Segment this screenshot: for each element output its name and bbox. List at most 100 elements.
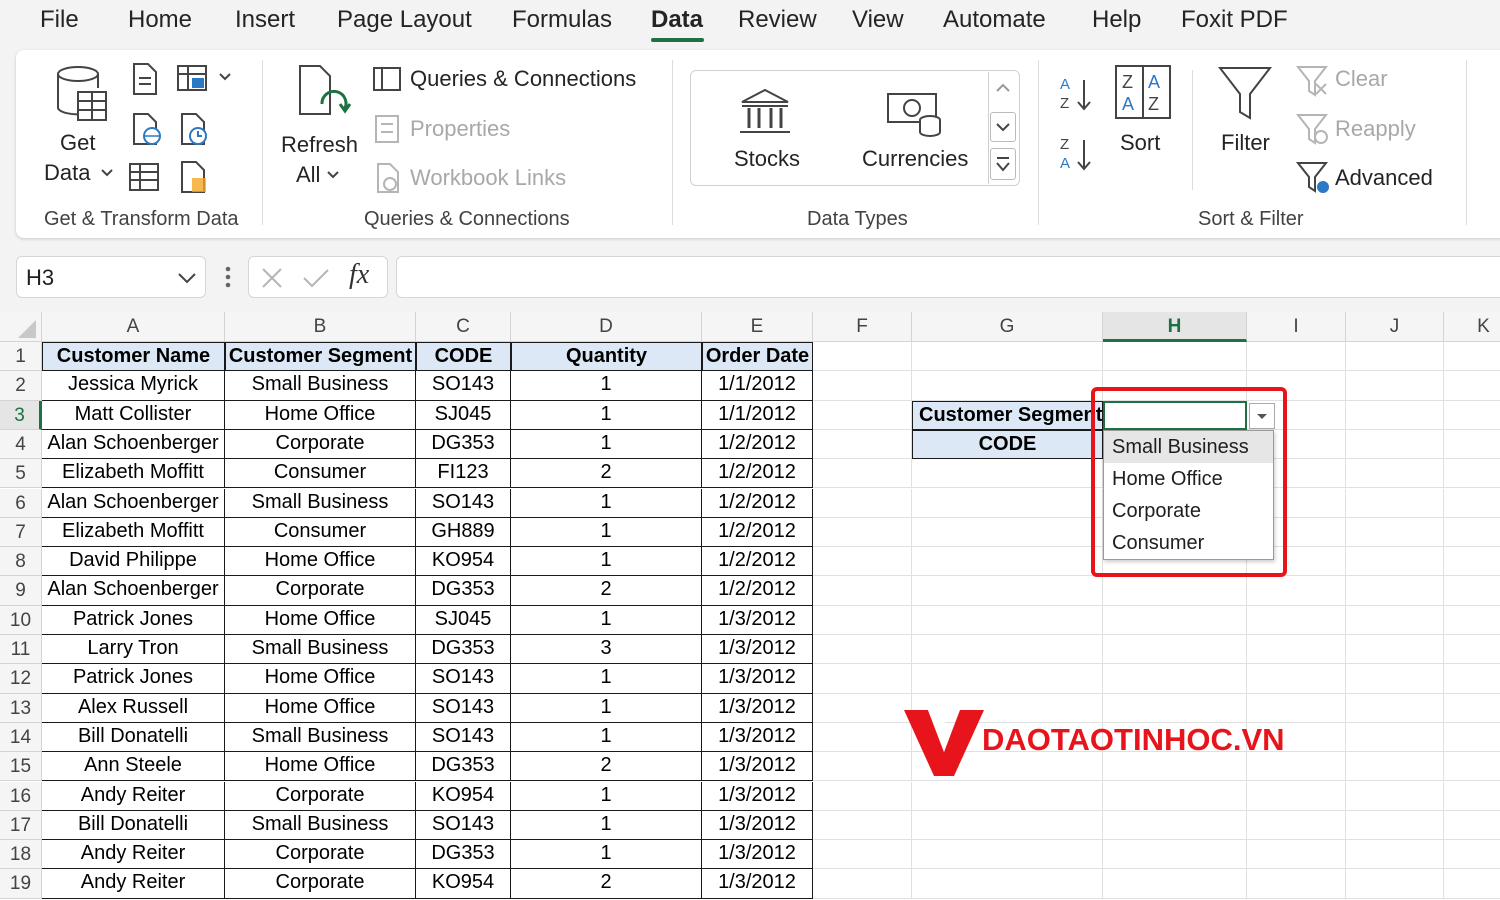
tab-data[interactable]: Data: [651, 6, 703, 34]
grid-cell[interactable]: [1444, 371, 1500, 401]
table-cell[interactable]: 1/2/2012: [702, 488, 813, 518]
table-cell[interactable]: 1/2/2012: [702, 547, 813, 577]
table-cell[interactable]: KO954: [416, 781, 511, 811]
table-cell[interactable]: Home Office: [225, 400, 416, 430]
grid-cell[interactable]: [1444, 576, 1500, 606]
grid-cell[interactable]: [1444, 635, 1500, 665]
grid-cell[interactable]: [813, 605, 912, 635]
from-table-icon[interactable]: [176, 64, 210, 94]
stocks-button[interactable]: Stocks: [734, 146, 800, 172]
tab-view[interactable]: View: [852, 6, 904, 34]
row-header[interactable]: 2: [0, 371, 42, 401]
grid-cell[interactable]: [813, 547, 912, 577]
grid-cell[interactable]: [912, 605, 1103, 635]
table-cell[interactable]: Alex Russell: [42, 693, 225, 723]
tab-review[interactable]: Review: [738, 6, 817, 34]
grid-cell[interactable]: [1103, 635, 1247, 665]
table-cell[interactable]: 1/3/2012: [702, 664, 813, 694]
grid-cell[interactable]: [1346, 488, 1444, 518]
table-cell[interactable]: Andy Reiter: [42, 869, 225, 899]
column-header-f[interactable]: F: [813, 312, 912, 342]
table-cell[interactable]: 1/3/2012: [702, 840, 813, 870]
table-cell[interactable]: SO143: [416, 664, 511, 694]
tab-automate[interactable]: Automate: [943, 6, 1046, 34]
table-cell[interactable]: Corporate: [225, 576, 416, 606]
column-header-k[interactable]: K: [1444, 312, 1500, 342]
grid-cell[interactable]: [1444, 459, 1500, 489]
table-cell[interactable]: Alan Schoenberger: [42, 576, 225, 606]
tab-home[interactable]: Home: [128, 6, 192, 34]
grid-cell[interactable]: [1444, 547, 1500, 577]
workbook-links-button[interactable]: Workbook Links: [410, 165, 566, 191]
column-header-h[interactable]: H: [1103, 312, 1247, 342]
table-cell[interactable]: 1: [511, 810, 702, 841]
grid-cell[interactable]: [1444, 664, 1500, 694]
grid-cell[interactable]: [1346, 635, 1444, 665]
grid-cell[interactable]: [912, 517, 1103, 548]
table-cell[interactable]: SO143: [416, 722, 511, 753]
grid-cell[interactable]: [813, 459, 912, 489]
gallery-more-button[interactable]: [990, 148, 1016, 180]
grid-cell[interactable]: [813, 371, 912, 401]
table-cell[interactable]: DG353: [416, 576, 511, 606]
column-header-g[interactable]: G: [912, 312, 1103, 342]
table-cell[interactable]: Small Business: [225, 371, 416, 401]
grid-cell[interactable]: [1346, 517, 1444, 548]
table-cell[interactable]: SJ045: [416, 605, 511, 635]
properties-button[interactable]: Properties: [410, 116, 510, 142]
table-cell[interactable]: 1/2/2012: [702, 459, 813, 489]
select-all-corner[interactable]: [0, 312, 42, 342]
lookup-code-label[interactable]: CODE: [912, 429, 1103, 460]
table-header-cell[interactable]: Order Date: [702, 342, 813, 372]
table-cell[interactable]: 1: [511, 429, 702, 460]
table-cell[interactable]: Corporate: [225, 781, 416, 811]
grid-cell[interactable]: [813, 752, 912, 782]
lookup-segment-label[interactable]: Customer Segment: [912, 400, 1103, 430]
table-cell[interactable]: David Philippe: [42, 547, 225, 577]
table-cell[interactable]: Bill Donatelli: [42, 722, 225, 753]
column-header-a[interactable]: A: [42, 312, 225, 342]
table-cell[interactable]: 2: [511, 752, 702, 782]
table-cell[interactable]: 1/2/2012: [702, 517, 813, 548]
table-cell[interactable]: 1: [511, 781, 702, 811]
grid-cell[interactable]: [1247, 605, 1346, 635]
grid-cell[interactable]: [912, 781, 1103, 811]
sort-button[interactable]: Sort: [1120, 130, 1160, 156]
table-cell[interactable]: Bill Donatelli: [42, 810, 225, 841]
row-header[interactable]: 11: [0, 635, 42, 665]
grid-cell[interactable]: [1346, 400, 1444, 430]
tab-formulas[interactable]: Formulas: [512, 6, 612, 34]
grid-cell[interactable]: [813, 869, 912, 899]
table-cell[interactable]: Home Office: [225, 605, 416, 635]
table-cell[interactable]: Corporate: [225, 869, 416, 899]
sort-descending-icon[interactable]: ZA: [1058, 134, 1094, 174]
table-cell[interactable]: 1/3/2012: [702, 810, 813, 841]
sort-ascending-icon[interactable]: AZ: [1058, 74, 1094, 114]
row-header[interactable]: 12: [0, 664, 42, 694]
table-cell[interactable]: Home Office: [225, 664, 416, 694]
table-cell[interactable]: Patrick Jones: [42, 664, 225, 694]
grid-cell[interactable]: [1103, 840, 1247, 870]
grid-cell[interactable]: [1346, 664, 1444, 694]
grid-cell[interactable]: [1444, 489, 1500, 518]
advanced-button[interactable]: Advanced: [1335, 165, 1433, 191]
row-header[interactable]: 3: [0, 400, 42, 430]
table-cell[interactable]: Consumer: [225, 517, 416, 548]
column-header-b[interactable]: B: [225, 312, 416, 342]
row-header[interactable]: 9: [0, 576, 42, 606]
grid-cell[interactable]: [813, 517, 912, 548]
row-header[interactable]: 6: [0, 488, 42, 518]
grid-cell[interactable]: [813, 693, 912, 723]
grid-cell[interactable]: [912, 342, 1103, 372]
grid-cell[interactable]: [813, 429, 912, 460]
existing-connections-icon[interactable]: [128, 162, 160, 192]
stocks-icon[interactable]: [738, 86, 792, 136]
table-cell[interactable]: Patrick Jones: [42, 605, 225, 635]
queries-connections-button[interactable]: Queries & Connections: [410, 66, 636, 92]
table-cell[interactable]: DG353: [416, 752, 511, 782]
grid-cell[interactable]: [813, 342, 912, 372]
formula-input[interactable]: [396, 256, 1500, 298]
table-cell[interactable]: 1/2/2012: [702, 429, 813, 460]
grid-cell[interactable]: [1346, 722, 1444, 753]
grid-cell[interactable]: [1247, 810, 1346, 841]
